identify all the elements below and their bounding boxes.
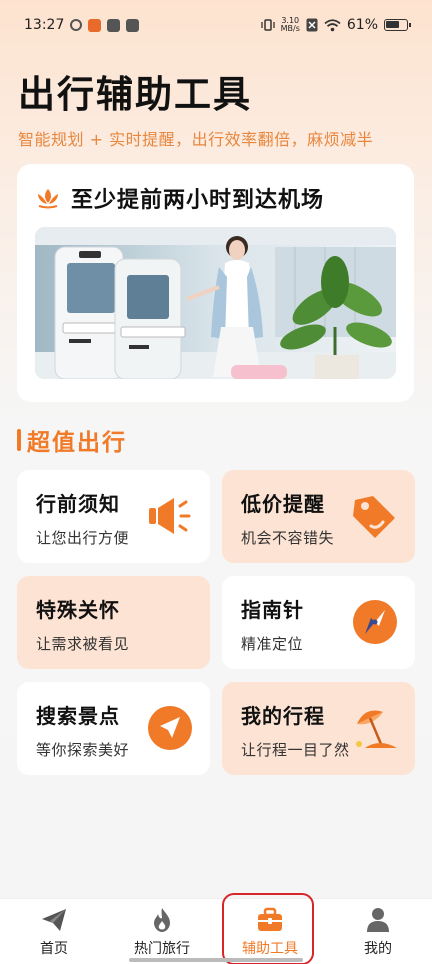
price-tag-icon xyxy=(353,496,395,538)
tab-tools[interactable]: 辅助工具 xyxy=(216,899,324,964)
tile-title: 特殊关怀 xyxy=(36,598,120,622)
page-title: 出行辅助工具 xyxy=(18,73,252,116)
tab-label: 我的 xyxy=(364,941,392,957)
tab-label: 辅助工具 xyxy=(242,941,298,957)
message-icon xyxy=(126,18,140,32)
tab-home[interactable]: 首页 xyxy=(0,899,108,964)
section-title: 超值出行 xyxy=(27,430,127,456)
network-speed: 3.10 MB/s xyxy=(281,17,300,33)
section-header: 超值出行 xyxy=(17,423,127,457)
tab-label: 首页 xyxy=(40,941,68,957)
beach-umbrella-icon xyxy=(356,710,397,748)
megaphone-icon xyxy=(149,498,191,534)
tile-search-attractions[interactable]: 搜索景点 等你探索美好 xyxy=(17,682,210,775)
user-icon xyxy=(367,908,389,932)
toolbox-icon xyxy=(258,907,282,931)
status-time: 13:27 xyxy=(24,17,65,33)
wifi-icon xyxy=(324,18,341,31)
battery-percent: 61% xyxy=(346,17,378,33)
tile-compass[interactable]: 指南针 精准定位 xyxy=(222,576,415,669)
app-notification-icon xyxy=(88,18,102,32)
tile-special-care[interactable]: 特殊关怀 让需求被看见 xyxy=(17,576,210,669)
tile-subtitle: 让需求被看见 xyxy=(36,635,130,653)
tiktok-icon xyxy=(107,18,121,32)
section-bar xyxy=(17,429,21,451)
airport-kiosk-image xyxy=(35,227,396,379)
banner-title: 至少提前两小时到达机场 xyxy=(71,188,325,213)
status-bar: 13:27 3.10 MB/s 61% xyxy=(0,0,432,50)
lotus-icon xyxy=(38,189,58,209)
speed-unit: MB/s xyxy=(280,24,300,33)
home-indicator xyxy=(129,958,303,962)
tab-label: 热门旅行 xyxy=(134,941,190,957)
tile-low-price-alert[interactable]: 低价提醒 机会不容错失 xyxy=(222,470,415,563)
page-subtitle: 智能规划 + 实时提醒，出行效率翻倍，麻烦减半 xyxy=(18,130,374,149)
navigation-arrow-icon xyxy=(148,706,192,750)
notification-icon xyxy=(70,19,83,31)
paper-plane-icon xyxy=(42,909,66,931)
status-right: 3.10 MB/s 61% xyxy=(260,17,411,33)
bottom-tab-bar: 首页 热门旅行 辅助工具 我的 xyxy=(0,898,432,964)
airport-tip-card[interactable]: 至少提前两小时到达机场 xyxy=(17,164,414,402)
compass-icon xyxy=(353,600,397,644)
no-sim-icon xyxy=(306,18,318,32)
vibrate-icon xyxy=(260,19,275,31)
tile-my-itinerary[interactable]: 我的行程 让行程一目了然 xyxy=(222,682,415,775)
tab-hot-travel[interactable]: 热门旅行 xyxy=(108,899,216,964)
battery-icon xyxy=(384,19,411,31)
flame-icon xyxy=(154,908,170,932)
banner-header: 至少提前两小时到达机场 xyxy=(35,182,396,214)
tab-profile[interactable]: 我的 xyxy=(324,899,432,964)
tile-travel-notice[interactable]: 行前须知 让您出行方便 xyxy=(17,470,210,563)
status-left: 13:27 xyxy=(24,17,140,33)
